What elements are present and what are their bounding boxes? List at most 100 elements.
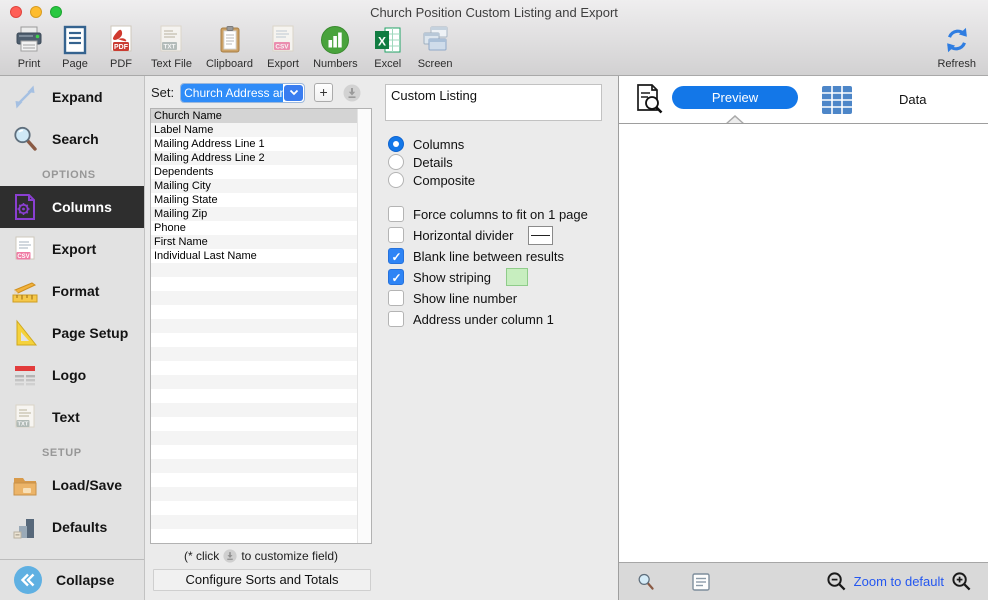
- sidebar-item-logo[interactable]: Logo: [0, 354, 144, 396]
- toolbar-button-excel[interactable]: X Excel: [372, 23, 404, 70]
- toolbar-button-text-file[interactable]: TXT Text File: [151, 23, 192, 70]
- window-title: Church Position Custom Listing and Expor…: [80, 5, 908, 20]
- checkbox-row-force-columns[interactable]: Force columns to fit on 1 page: [388, 205, 588, 223]
- close-window-button[interactable]: [10, 6, 22, 18]
- striping-color-swatch[interactable]: [506, 268, 528, 286]
- radio-row-composite[interactable]: Composite: [388, 171, 475, 189]
- preview-list-icon[interactable]: [691, 572, 711, 592]
- checkbox-row-blank-line[interactable]: Blank line between results: [388, 247, 564, 265]
- radio-composite[interactable]: [388, 172, 404, 188]
- sidebar-item-load-save[interactable]: Load/Save: [0, 464, 144, 506]
- text-file-icon: TXT: [155, 23, 187, 57]
- sidebar-item-label: Search: [52, 131, 99, 147]
- checkbox-horizontal-divider[interactable]: [388, 227, 404, 243]
- field-list-item[interactable]: Individual Last Name: [151, 249, 357, 263]
- page-setup-icon: [9, 317, 41, 349]
- sidebar-item-page-setup[interactable]: Page Setup: [0, 312, 144, 354]
- checkbox-label: Show striping: [413, 270, 491, 285]
- toolbar-button-clipboard[interactable]: Clipboard: [206, 23, 253, 70]
- numbers-icon: [319, 23, 351, 57]
- defaults-icon: [9, 511, 41, 543]
- zoom-out-icon[interactable]: [826, 571, 847, 592]
- empty-row: [151, 529, 357, 543]
- field-list-item[interactable]: First Name: [151, 235, 357, 249]
- preview-content: [619, 123, 988, 562]
- field-list-item[interactable]: Mailing City: [151, 179, 357, 193]
- empty-row: [151, 515, 357, 529]
- toolbar-button-pdf[interactable]: PDF PDF: [105, 23, 137, 70]
- empty-row: [151, 417, 357, 431]
- toolbar-button-page[interactable]: Page: [59, 23, 91, 70]
- field-set-row: Set: Church Address and ... +: [151, 82, 361, 103]
- toolbar-button-print[interactable]: Print: [13, 23, 45, 70]
- configure-sorts-totals-button[interactable]: Configure Sorts and Totals: [153, 569, 371, 591]
- empty-row: [151, 361, 357, 375]
- sidebar-item-label: Defaults: [52, 519, 107, 535]
- sidebar-item-label: Logo: [52, 367, 86, 383]
- divider-style-swatch[interactable]: [528, 226, 553, 245]
- preview-search-icon[interactable]: [635, 571, 657, 593]
- fullscreen-window-button[interactable]: [50, 6, 62, 18]
- radio-row-details[interactable]: Details: [388, 153, 453, 171]
- checkbox-show-line-number[interactable]: [388, 290, 404, 306]
- sidebar-section-options: OPTIONS: [0, 160, 144, 186]
- field-list-item[interactable]: Phone: [151, 221, 357, 235]
- sidebar-item-columns[interactable]: Columns: [0, 186, 144, 228]
- field-list-item[interactable]: Mailing Address Line 2: [151, 151, 357, 165]
- empty-row: [151, 305, 357, 319]
- sidebar-item-label: Load/Save: [52, 477, 122, 493]
- checkbox-show-striping[interactable]: [388, 269, 404, 285]
- content-area: Set: Church Address and ... + Church Nam…: [145, 76, 988, 600]
- toolbar-button-export[interactable]: CSV Export: [267, 23, 299, 70]
- checkbox-blank-line[interactable]: [388, 248, 404, 264]
- checkbox-row-horizontal-divider[interactable]: Horizontal divider: [388, 226, 553, 244]
- sidebar-item-search[interactable]: Search: [0, 118, 144, 160]
- add-set-button[interactable]: +: [314, 83, 333, 102]
- checkbox-row-show-striping[interactable]: Show striping: [388, 268, 528, 286]
- field-list-item[interactable]: Mailing Zip: [151, 207, 357, 221]
- export-csv-icon: CSV: [267, 23, 299, 57]
- traffic-lights: [10, 6, 62, 18]
- sidebar-item-export[interactable]: CSV Export: [0, 228, 144, 270]
- minimize-window-button[interactable]: [30, 6, 42, 18]
- field-list-item[interactable]: Label Name: [151, 123, 357, 137]
- field-list-item[interactable]: Mailing State: [151, 193, 357, 207]
- sidebar-item-expand[interactable]: Expand: [0, 76, 144, 118]
- checkbox-force-columns[interactable]: [388, 206, 404, 222]
- listing-name-input[interactable]: Custom Listing: [385, 84, 602, 121]
- radio-label: Details: [413, 155, 453, 170]
- screen-icon: [419, 23, 451, 57]
- zoom-in-icon[interactable]: [951, 571, 972, 592]
- page-icon: [59, 23, 91, 57]
- toolbar-button-screen[interactable]: Screen: [418, 23, 453, 70]
- field-list-item[interactable]: Church Name: [151, 109, 357, 123]
- checkbox-address-under-column[interactable]: [388, 311, 404, 327]
- checkbox-row-address-under-column[interactable]: Address under column 1: [388, 310, 554, 328]
- checkbox-row-show-line-number[interactable]: Show line number: [388, 289, 517, 307]
- customize-field-button[interactable]: [343, 84, 361, 102]
- toolbar-label: Print: [18, 58, 41, 70]
- tab-data[interactable]: Data: [899, 92, 926, 107]
- set-label: Set:: [151, 85, 174, 100]
- sidebar-item-collapse[interactable]: Collapse: [0, 559, 144, 600]
- field-rows: Church Name Label Name Mailing Address L…: [151, 109, 357, 543]
- toolbar-button-numbers[interactable]: Numbers: [313, 23, 358, 70]
- field-list-item[interactable]: Dependents: [151, 165, 357, 179]
- field-set-dropdown[interactable]: Church Address and ...: [180, 83, 305, 103]
- radio-details[interactable]: [388, 154, 404, 170]
- svg-text:TXT: TXT: [18, 422, 29, 428]
- radio-columns[interactable]: [388, 136, 404, 152]
- toolbar-label: Screen: [418, 58, 453, 70]
- radio-row-columns[interactable]: Columns: [388, 135, 464, 153]
- folder-icon: [9, 469, 41, 501]
- toolbar-button-refresh[interactable]: Refresh: [937, 23, 976, 70]
- zoom-to-default-link[interactable]: Zoom to default: [854, 574, 944, 589]
- field-list-item[interactable]: Mailing Address Line 1: [151, 137, 357, 151]
- empty-row: [151, 501, 357, 515]
- sidebar-item-text[interactable]: TXT Text: [0, 396, 144, 438]
- field-list-scrollbar[interactable]: [357, 109, 371, 543]
- tab-preview[interactable]: Preview: [672, 86, 798, 109]
- sidebar-item-defaults[interactable]: Defaults: [0, 506, 144, 548]
- checkbox-label: Address under column 1: [413, 312, 554, 327]
- sidebar-item-format[interactable]: Format: [0, 270, 144, 312]
